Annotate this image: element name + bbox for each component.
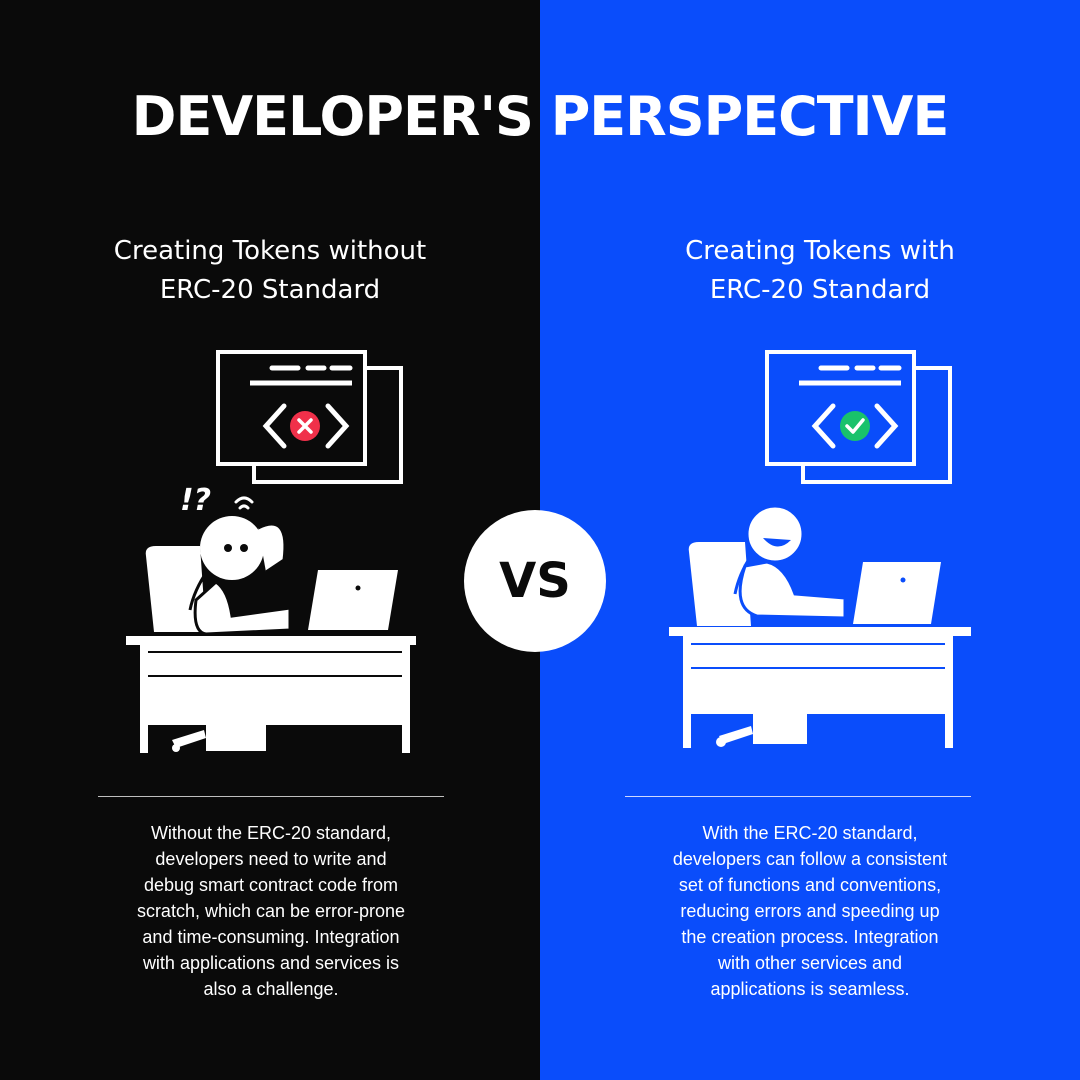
right-description-line: set of functions and conventions, <box>678 875 942 895</box>
page-title: DEVELOPER'S PERSPECTIVE <box>131 85 950 148</box>
left-description-line: and time-consuming. Integration <box>142 927 400 947</box>
swirl-icon <box>234 496 254 510</box>
left-heading: Creating Tokens without ERC-20 Standard <box>50 232 490 310</box>
right-description-line: With the ERC-20 standard, <box>702 823 918 843</box>
left-description-line: Without the ERC-20 standard, <box>150 823 392 843</box>
right-heading: Creating Tokens with ERC-20 Standard <box>600 232 1040 310</box>
right-description-line: the creation process. Integration <box>681 927 939 947</box>
frustrated-developer-illustration: !? <box>126 350 416 753</box>
desk <box>126 636 416 753</box>
left-divider <box>98 796 444 797</box>
confusion-mark: !? <box>180 483 211 518</box>
right-divider <box>625 796 971 797</box>
right-description: With the ERC-20 standard, developers can… <box>630 820 990 1002</box>
vs-badge: VS <box>464 510 606 652</box>
right-description-line: reducing errors and speeding up <box>680 901 940 921</box>
laptop-icon <box>308 570 398 630</box>
desk <box>669 627 971 748</box>
left-heading-line: Creating Tokens without <box>113 236 427 266</box>
left-description-line: developers need to write and <box>155 849 387 869</box>
right-description-line: with other services and <box>717 953 903 973</box>
happy-developer-illustration <box>669 350 971 748</box>
success-check-icon <box>840 411 870 441</box>
person-figure <box>733 504 847 620</box>
left-heading-line: ERC-20 Standard <box>159 275 381 305</box>
right-heading-line: ERC-20 Standard <box>709 275 931 305</box>
error-x-icon <box>290 411 320 441</box>
left-description: Without the ERC-20 standard, developers … <box>91 820 451 1002</box>
right-description-line: developers can follow a consistent <box>672 849 948 869</box>
left-description-line: debug smart contract code from <box>143 875 399 895</box>
right-heading-line: Creating Tokens with <box>685 236 955 266</box>
left-description-line: with applications and services is <box>142 953 400 973</box>
left-description-line: also a challenge. <box>203 979 339 999</box>
left-description-line: scratch, which can be error-prone <box>136 901 406 921</box>
person-figure <box>188 516 292 636</box>
laptop-icon <box>853 562 941 624</box>
right-description-line: applications is seamless. <box>710 979 910 999</box>
